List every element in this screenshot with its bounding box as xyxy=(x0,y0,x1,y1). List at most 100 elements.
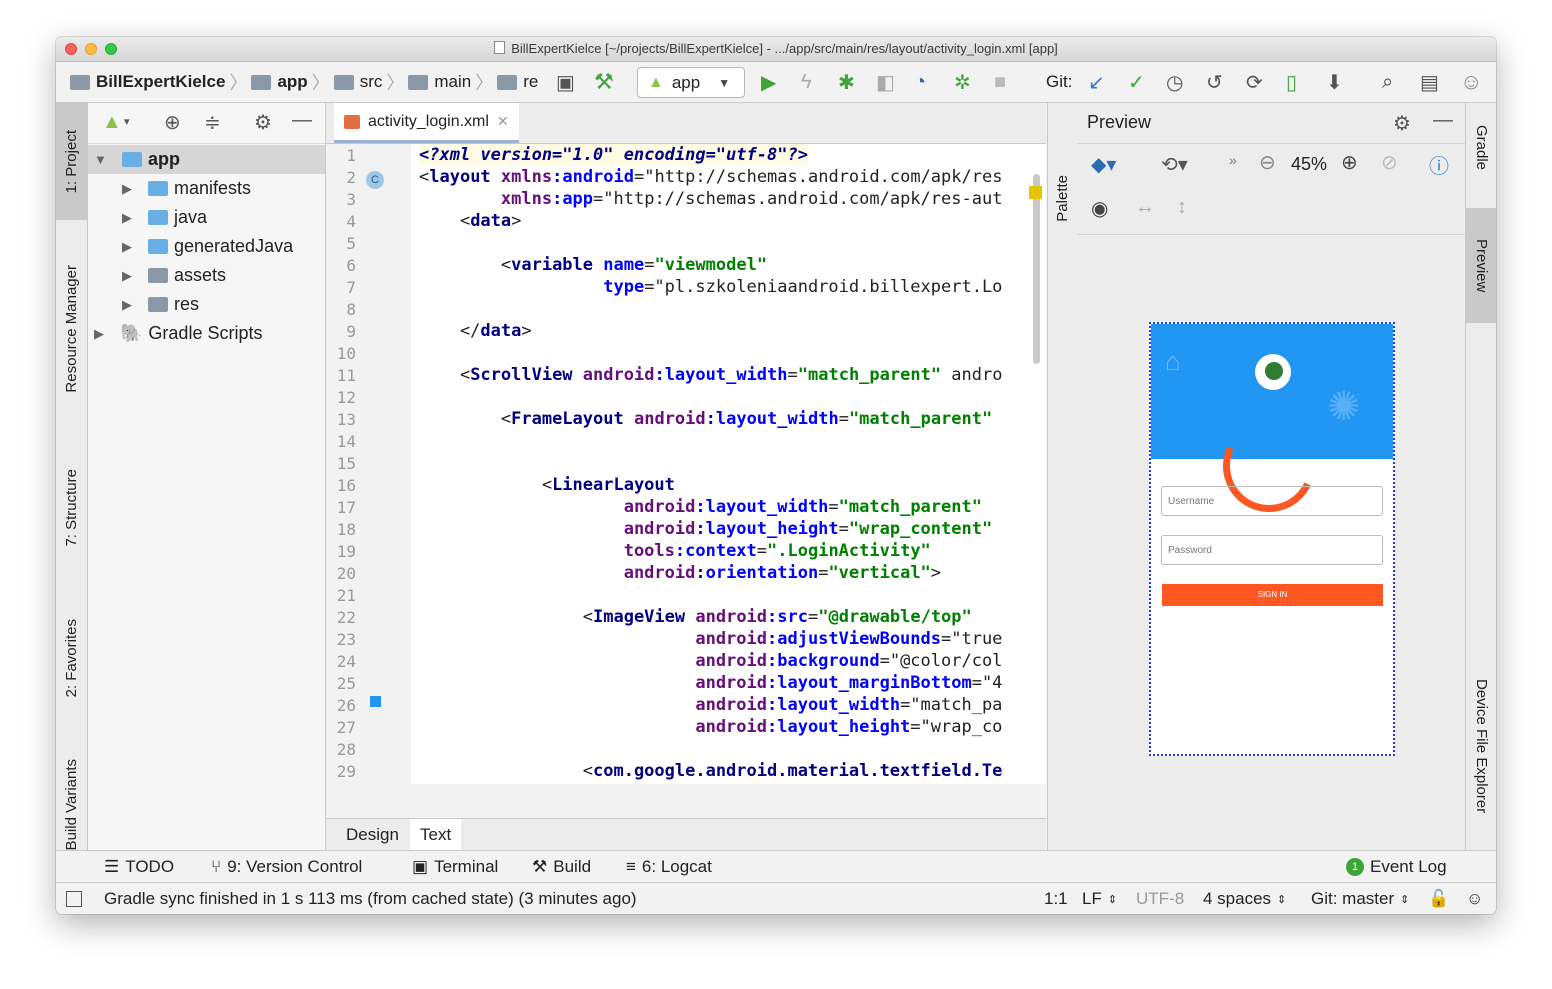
zoom-fit-icon[interactable]: ⊘ xyxy=(1381,150,1398,175)
sdk-manager-icon[interactable]: ⬇ xyxy=(1326,70,1343,95)
tab-device-file-explorer[interactable]: Device File Explorer xyxy=(1466,651,1496,841)
username-field[interactable]: Username xyxy=(1161,486,1383,516)
stop-icon[interactable]: ■ xyxy=(994,71,1006,94)
layers-icon[interactable]: ◆▾ xyxy=(1091,152,1116,177)
lock-icon[interactable]: 🔓 xyxy=(1428,883,1449,914)
tab-preview[interactable]: Preview xyxy=(1466,208,1496,323)
zoom-window-button[interactable] xyxy=(105,43,117,55)
collapse-all-icon[interactable]: ≑ xyxy=(204,110,221,135)
code-line[interactable]: <LinearLayout xyxy=(419,474,675,496)
code-line[interactable]: type="pl.szkoleniaandroid.billexpert.Lo xyxy=(419,276,1002,298)
run-config-select[interactable]: ▲ app ▼ xyxy=(637,67,745,98)
code-line[interactable]: <layout xmlns:android="http://schemas.an… xyxy=(419,166,1002,188)
caret-position[interactable]: 1:1 xyxy=(1044,883,1068,914)
tree-item-generatedjava[interactable]: ▶ generatedJava xyxy=(88,232,325,261)
horizontal-resize-icon[interactable]: ↔ xyxy=(1135,196,1155,219)
coverage-icon[interactable]: ◧ xyxy=(876,70,895,95)
code-line[interactable]: <FrameLayout android:layout_width="match… xyxy=(419,408,1002,430)
tab-structure[interactable]: 7: Structure xyxy=(56,443,87,573)
minimize-window-button[interactable] xyxy=(85,43,97,55)
tree-item-gradle-scripts[interactable]: ▶ 🐘 Gradle Scripts xyxy=(88,319,325,348)
gradle-sync-icon[interactable]: ⟳ xyxy=(1246,70,1263,95)
git-update-icon[interactable]: ↙ xyxy=(1088,70,1105,95)
inspector-icon[interactable]: ☺ xyxy=(1466,883,1483,914)
tab-activity-login-xml[interactable]: activity_login.xml ✕ xyxy=(334,103,519,143)
locate-icon[interactable]: ⊕ xyxy=(164,110,181,135)
git-commit-icon[interactable]: ✓ xyxy=(1128,70,1145,95)
close-window-button[interactable] xyxy=(65,43,77,55)
code-line[interactable]: <data> xyxy=(419,210,521,232)
eye-icon[interactable]: ◉ xyxy=(1091,196,1108,221)
apply-changes-icon[interactable]: ϟ xyxy=(801,71,812,94)
tab-gradle[interactable]: Gradle xyxy=(1466,103,1496,193)
code-line[interactable]: android:adjustViewBounds="true xyxy=(419,628,1002,650)
code-scrollbar[interactable] xyxy=(1033,174,1040,364)
gear-icon[interactable]: ⚙ xyxy=(1393,111,1411,136)
gear-icon[interactable]: ⚙ xyxy=(254,110,272,135)
code-editor[interactable]: <?xml version="1.0" encoding="utf-8"?> <l… xyxy=(411,144,1046,784)
search-icon[interactable]: ⌕ xyxy=(1382,71,1393,94)
history-icon[interactable]: ◷ xyxy=(1166,70,1183,95)
git-branch[interactable]: Git: master ⇕ xyxy=(1311,883,1409,914)
code-line[interactable]: android:orientation="vertical"> xyxy=(419,562,941,584)
password-field[interactable]: Password xyxy=(1161,535,1383,565)
event-log-button[interactable]: 1 Event Log xyxy=(1346,851,1447,882)
chevron-down-icon[interactable]: ▾ xyxy=(124,115,130,128)
code-line[interactable]: android:layout_width="match_pa xyxy=(419,694,1002,716)
attach-debugger-icon[interactable]: ✲ xyxy=(954,70,971,95)
code-line[interactable]: </data> xyxy=(419,320,532,342)
breadcrumb-res[interactable]: re xyxy=(523,72,538,92)
file-encoding[interactable]: UTF-8 xyxy=(1136,883,1184,914)
vertical-resize-icon[interactable]: ↕ xyxy=(1177,196,1187,219)
code-line[interactable]: <ScrollView android:layout_width="match_… xyxy=(419,364,1003,386)
breadcrumb-app[interactable]: app xyxy=(277,72,307,92)
line-separator[interactable]: LF ⇕ xyxy=(1082,883,1117,914)
code-line[interactable]: <ImageView android:src="@drawable/top" xyxy=(419,606,972,628)
code-line[interactable]: <com.google.android.material.textfield.T… xyxy=(419,760,1003,782)
tab-favorites[interactable]: 2: Favorites xyxy=(56,593,87,723)
code-line[interactable]: android:layout_height="wrap_content" xyxy=(419,518,993,540)
android-view-icon[interactable]: ▲ xyxy=(102,111,122,134)
profile-icon[interactable]: ◔ xyxy=(914,71,926,94)
minimize-icon[interactable]: — xyxy=(292,109,312,132)
rollback-icon[interactable]: ↺ xyxy=(1206,70,1223,95)
tab-build-variants[interactable]: Build Variants xyxy=(56,753,87,850)
tab-design[interactable]: Design xyxy=(336,819,409,850)
code-line[interactable]: <variable name="viewmodel" xyxy=(419,254,767,276)
tree-item-java[interactable]: ▶ java xyxy=(88,203,325,232)
code-line[interactable]: android:layout_height="wrap_co xyxy=(419,716,1002,738)
logcat-button[interactable]: ≡ 6: Logcat xyxy=(626,851,712,882)
zoom-out-icon[interactable]: ⊖ xyxy=(1259,150,1276,175)
folder-icon[interactable]: ▤ xyxy=(1420,70,1439,95)
make-project-icon[interactable]: ⚒ xyxy=(594,69,614,95)
run-icon[interactable]: ▶ xyxy=(761,70,776,95)
avd-manager-icon[interactable]: ▯ xyxy=(1286,70,1297,95)
orientation-icon[interactable]: ⟲▾ xyxy=(1161,152,1188,177)
tab-resource-manager[interactable]: Resource Manager xyxy=(56,235,87,423)
sign-in-button[interactable]: SIGN IN xyxy=(1162,584,1383,606)
todo-button[interactable]: ☰ TODO xyxy=(104,851,174,882)
code-line[interactable]: tools:context=".LoginActivity" xyxy=(419,540,931,562)
breadcrumb-src[interactable]: src xyxy=(360,72,383,92)
tree-item-manifests[interactable]: ▶ manifests xyxy=(88,174,325,203)
user-avatar-icon[interactable]: ☺ xyxy=(1460,69,1482,95)
project-structure-icon[interactable]: ▣ xyxy=(556,70,575,95)
tab-palette[interactable]: Palette xyxy=(1048,153,1077,243)
code-line[interactable]: xmlns:app="http://schemas.android.com/ap… xyxy=(419,188,1003,210)
version-control-button[interactable]: ⑂ 9: Version Control xyxy=(211,851,362,882)
build-button[interactable]: ⚒ Build xyxy=(532,851,591,882)
tree-item-app[interactable]: ▼ app xyxy=(88,145,325,174)
color-swatch-icon[interactable] xyxy=(370,696,381,707)
debug-icon[interactable]: ✱ xyxy=(838,70,855,95)
more-icon[interactable]: » xyxy=(1229,152,1237,168)
code-line[interactable]: android:background="@color/col xyxy=(419,650,1002,672)
breadcrumb-project[interactable]: BillExpertKielce xyxy=(96,72,225,92)
code-line[interactable]: <?xml version="1.0" encoding="utf-8"?> xyxy=(419,144,808,166)
tab-text[interactable]: Text xyxy=(410,819,462,850)
code-line[interactable]: android:layout_marginBottom="4 xyxy=(419,672,1002,694)
tree-item-assets[interactable]: ▶ assets xyxy=(88,261,325,290)
close-icon[interactable]: ✕ xyxy=(497,113,509,130)
zoom-in-icon[interactable]: ⊕ xyxy=(1341,150,1358,175)
tab-project[interactable]: 1: Project xyxy=(56,103,87,220)
toggle-panels-icon[interactable] xyxy=(66,883,82,914)
